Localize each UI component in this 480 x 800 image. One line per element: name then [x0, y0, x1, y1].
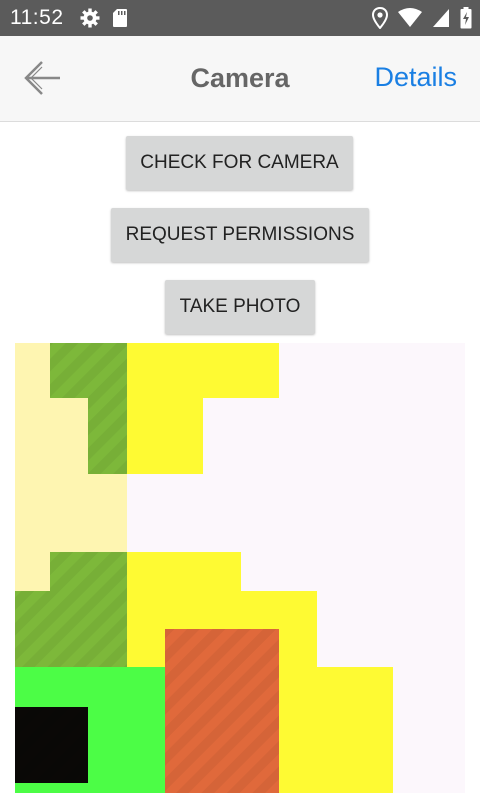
take-photo-button[interactable]: TAKE PHOTO — [165, 280, 315, 334]
details-button[interactable]: Details — [374, 62, 457, 93]
photo-stripes-orange — [165, 629, 279, 793]
check-for-camera-button[interactable]: CHECK FOR CAMERA — [126, 136, 353, 190]
status-bar: 11:52 — [0, 0, 480, 36]
navigation-bar: Camera Details — [0, 36, 480, 122]
wifi-icon — [398, 8, 422, 33]
sd-card-icon — [112, 8, 128, 33]
request-permissions-button[interactable]: REQUEST PERMISSIONS — [111, 208, 369, 262]
photo-image — [15, 343, 465, 793]
battery-charging-icon — [460, 7, 472, 34]
status-time: 11:52 — [10, 6, 64, 29]
gear-icon — [80, 8, 100, 33]
photo-stripes-black — [15, 707, 88, 783]
signal-icon — [432, 8, 450, 33]
photo-preview — [15, 343, 465, 793]
location-icon — [371, 6, 389, 34]
